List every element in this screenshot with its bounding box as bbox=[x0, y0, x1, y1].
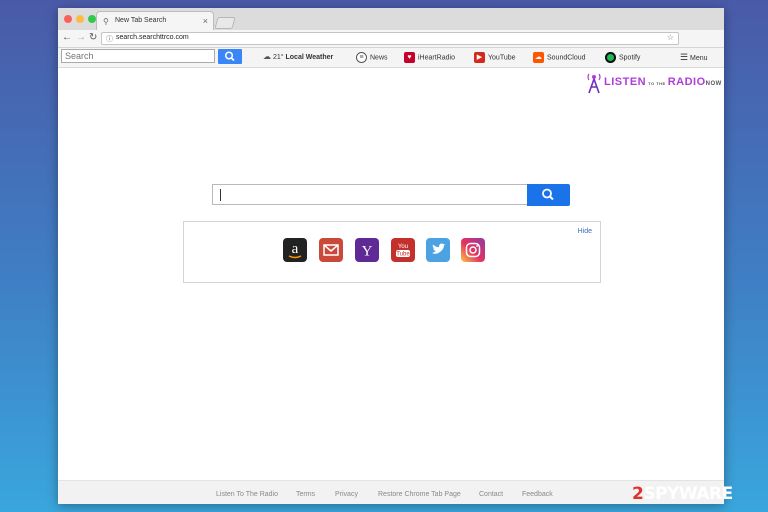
menu-button[interactable]: ☰ Menu bbox=[680, 52, 708, 63]
youtube-logo: You Tube bbox=[396, 244, 410, 258]
soundcloud-icon: ☁ bbox=[533, 52, 544, 63]
reload-icon[interactable]: ↻ bbox=[89, 32, 97, 43]
envelope-icon bbox=[323, 244, 339, 256]
amazon-logo: a bbox=[288, 241, 302, 259]
toolbar-item-youtube[interactable]: ▶ YouTube bbox=[474, 52, 516, 63]
toolbar-item-news[interactable]: ≡ News bbox=[356, 52, 388, 63]
svg-text:a: a bbox=[292, 241, 299, 257]
address-bar[interactable]: ⓘ search.searchttrco.com ☆ bbox=[101, 32, 679, 45]
news-icon: ≡ bbox=[356, 52, 367, 63]
iheartradio-label: iHeartRadio bbox=[418, 54, 455, 62]
back-arrow-icon[interactable]: ← bbox=[62, 32, 72, 43]
shortcuts-panel: Hide a Y You Tube bbox=[183, 221, 601, 283]
tab-title: New Tab Search bbox=[115, 17, 167, 24]
yahoo-icon[interactable]: Y bbox=[355, 238, 379, 262]
info-icon[interactable]: ⓘ bbox=[106, 34, 113, 44]
news-label: News bbox=[370, 54, 388, 62]
tab-new-tab-search[interactable]: ⚲ New Tab Search × bbox=[96, 11, 214, 31]
youtube-icon: ▶ bbox=[474, 52, 485, 63]
footer-link-restore[interactable]: Restore Chrome Tab Page bbox=[378, 491, 461, 498]
instagram-icon[interactable] bbox=[461, 238, 485, 262]
forward-arrow-icon[interactable]: → bbox=[76, 32, 86, 43]
svg-text:You: You bbox=[398, 244, 408, 250]
spotify-icon bbox=[605, 52, 616, 63]
footer-link-terms[interactable]: Terms bbox=[296, 491, 315, 498]
svg-text:Y: Y bbox=[362, 244, 373, 260]
radio-tower-icon bbox=[587, 73, 601, 94]
address-bar-row: ← → ↻ ⓘ search.searchttrco.com ☆ bbox=[58, 30, 724, 48]
youtube-label: YouTube bbox=[488, 54, 516, 62]
toolbar-search-button[interactable] bbox=[218, 49, 242, 64]
hide-link[interactable]: Hide bbox=[578, 228, 592, 235]
menu-label: Menu bbox=[690, 55, 708, 62]
toolbar-search-input[interactable] bbox=[61, 49, 215, 63]
twitter-icon[interactable] bbox=[426, 238, 450, 262]
weather-widget[interactable]: ☁ 21° Local Weather bbox=[263, 52, 333, 61]
browser-window: ⚲ New Tab Search × ← → ↻ ⓘ search.search… bbox=[58, 8, 724, 504]
yahoo-logo: Y bbox=[362, 244, 373, 260]
2spyware-watermark: 2SPYWARE bbox=[632, 484, 733, 504]
instagram-camera-icon bbox=[465, 242, 481, 258]
amazon-icon[interactable]: a bbox=[283, 238, 307, 262]
new-tab-button[interactable] bbox=[214, 17, 236, 29]
footer: Listen To The Radio Terms Privacy Restor… bbox=[58, 480, 724, 504]
main-search-input[interactable] bbox=[212, 184, 527, 205]
hamburger-icon: ☰ bbox=[680, 52, 689, 62]
minimize-window-button[interactable] bbox=[76, 15, 84, 23]
toolbar-item-soundcloud[interactable]: ☁ SoundCloud bbox=[533, 52, 586, 63]
footer-link-contact[interactable]: Contact bbox=[479, 491, 503, 498]
url-text: search.searchttrco.com bbox=[116, 34, 189, 41]
twitter-bird-icon bbox=[432, 243, 446, 254]
iheartradio-icon: ♥ bbox=[404, 52, 415, 63]
close-window-button[interactable] bbox=[64, 15, 72, 23]
search-icon bbox=[224, 51, 235, 62]
extension-toolbar: ☁ 21° Local Weather ≡News ♥iHeartRadio ▶… bbox=[58, 48, 724, 68]
text-cursor bbox=[220, 189, 221, 201]
footer-link-listen[interactable]: Listen To The Radio bbox=[216, 491, 278, 498]
bookmark-star-icon[interactable]: ☆ bbox=[667, 33, 674, 42]
weather-temp: 21° bbox=[272, 54, 284, 61]
search-icon: ⚲ bbox=[103, 17, 109, 26]
tab-bar: ⚲ New Tab Search × bbox=[58, 8, 724, 31]
weather-cloud-icon: ☁ bbox=[263, 52, 271, 61]
spotify-label: Spotify bbox=[619, 54, 641, 62]
search-icon bbox=[542, 188, 554, 201]
footer-link-feedback[interactable]: Feedback bbox=[522, 491, 553, 498]
footer-link-privacy[interactable]: Privacy bbox=[335, 491, 358, 498]
youtube-icon[interactable]: You Tube bbox=[391, 238, 415, 262]
toolbar-item-spotify[interactable]: Spotify bbox=[605, 52, 640, 63]
toolbar-item-iheartradio[interactable]: ♥ iHeartRadio bbox=[404, 52, 455, 63]
soundcloud-label: SoundCloud bbox=[547, 54, 586, 62]
logo-text: LISTEN TO THE RADIONOW bbox=[604, 76, 722, 88]
main-search-button[interactable] bbox=[527, 184, 570, 206]
weather-label: Local Weather bbox=[285, 54, 334, 61]
svg-text:Tube: Tube bbox=[396, 252, 410, 258]
maximize-window-button[interactable] bbox=[88, 15, 96, 23]
mail-icon[interactable] bbox=[319, 238, 343, 262]
tab-close-icon[interactable]: × bbox=[203, 16, 208, 26]
